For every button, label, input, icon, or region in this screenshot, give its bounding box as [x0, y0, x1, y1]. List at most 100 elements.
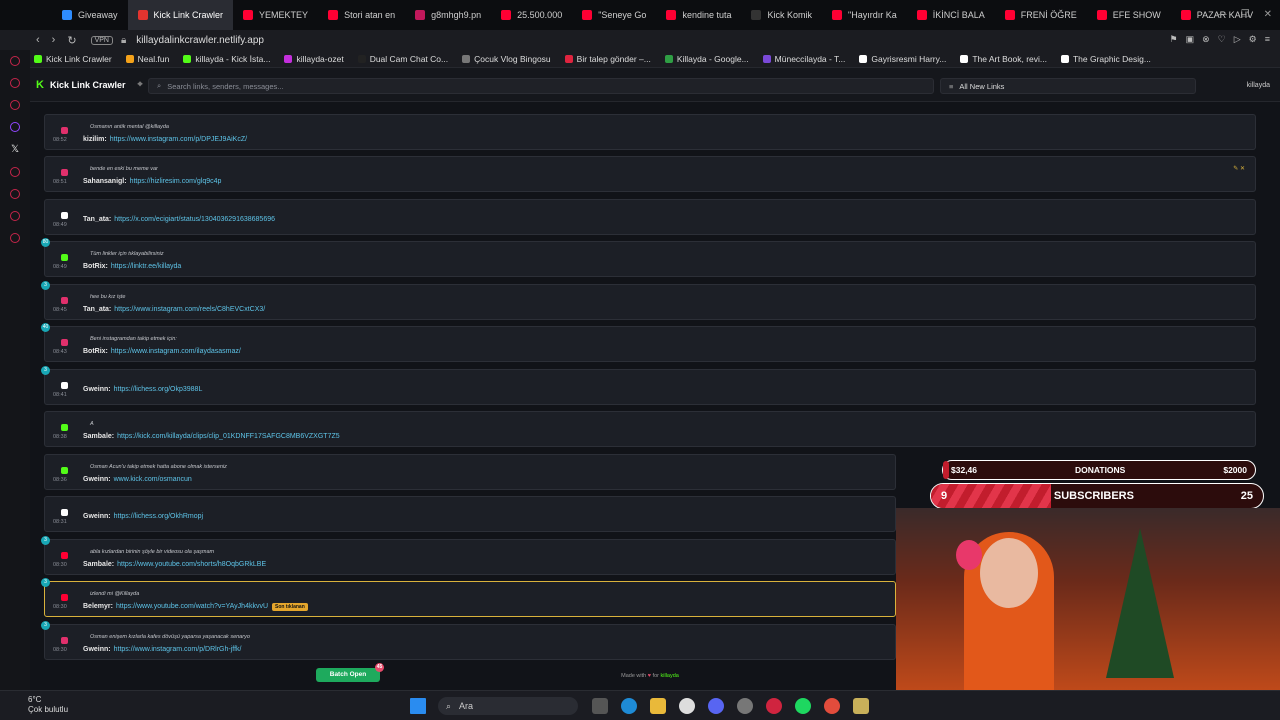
app-icon[interactable]	[853, 698, 869, 714]
link-row[interactable]: 08:41 Gweinn: https://lichess.org/Okp3988L…	[41, 366, 1256, 405]
weather-widget[interactable]: 6°C Çok bulutlu	[28, 695, 68, 715]
row-time: 08:43	[53, 349, 67, 355]
edge-icon[interactable]	[621, 698, 637, 714]
link-row[interactable]: 08:30 izlendi mi @Killayda Belemyr: https:/…	[41, 578, 896, 617]
settings-icon[interactable]	[10, 233, 20, 243]
browser-tab[interactable]: "Hayırdır Ka	[822, 0, 907, 30]
row-link[interactable]: https://linktr.ee/killayda	[111, 263, 181, 270]
bookmark-item[interactable]: Killayda - Google...	[664, 53, 749, 64]
row-link[interactable]: https://www.instagram.com/p/DRlrGh-jffk/	[114, 646, 242, 653]
windows-start-icon[interactable]	[410, 698, 426, 714]
folder-icon[interactable]	[650, 698, 666, 714]
filter-select[interactable]: ≡ All New Links	[940, 78, 1196, 94]
discord-icon[interactable]	[708, 698, 724, 714]
tab-label: Kick Komik	[767, 10, 812, 20]
browser-tab[interactable]: Kick Link Crawler	[127, 0, 234, 30]
browser-tab[interactable]: kendine tuta	[656, 0, 741, 30]
link-row[interactable]: 08:30 Osman enişem kızlarla kafes dövüşü …	[41, 621, 896, 660]
browser-tab[interactable]: g8mhgh9.pn	[405, 0, 491, 30]
footer-name[interactable]: killayda	[661, 673, 679, 679]
bookmark-item[interactable]: Müneccilayda - T...	[762, 54, 845, 64]
pinned-apps	[592, 698, 869, 714]
browser-tab[interactable]: EFE SHOW	[1087, 0, 1171, 30]
webcam-feed	[896, 508, 1280, 692]
reload-icon[interactable]: ↻	[67, 34, 76, 47]
browser-toolbar-icons[interactable]: ⚑ ▣ ⊗ ♡ ▷ ⚙ ≡	[1170, 34, 1270, 45]
row-time: 08:51	[53, 179, 67, 185]
link-row[interactable]: 08:51 bende en eski bu meme var Sahansanig…	[44, 156, 1256, 192]
bookmark-item[interactable]: killayda - Kick İsta...	[183, 54, 270, 64]
count-badge: 3	[41, 281, 50, 290]
row-link[interactable]: https://www.instagram.com/p/DPJEJ9AiKcZ/	[110, 136, 247, 143]
spotify-icon[interactable]	[795, 698, 811, 714]
sidebar-icon[interactable]	[10, 211, 20, 221]
tab-favicon-icon	[62, 10, 72, 20]
browser-tab[interactable]: Stori atan en	[318, 0, 405, 30]
browser-tab[interactable]: "Seneye Go	[572, 0, 656, 30]
bookmark-label: Killayda - Google...	[676, 53, 749, 64]
bookmark-item[interactable]: Gayrisresmi Harry...	[859, 54, 946, 64]
bookmark-item[interactable]: Kick Link Crawler	[34, 54, 112, 64]
browser-tab[interactable]: Kick Komik	[741, 0, 822, 30]
link-row[interactable]: 08:30 abla kızlardan birinin şöyle bir vi…	[41, 536, 896, 575]
browser-tab[interactable]: İKİNCİ BALA	[907, 0, 995, 30]
file-icon[interactable]	[592, 698, 608, 714]
row-link[interactable]: https://hizliresim.com/glq9c4p	[130, 178, 222, 185]
link-row[interactable]: 08:49 Tan_ata: https://x.com/ecigiart/stat…	[44, 199, 1256, 235]
x-icon[interactable]: 𝕏	[11, 144, 19, 155]
browser-tab[interactable]: Giveaway	[52, 0, 128, 30]
obs-icon[interactable]	[737, 698, 753, 714]
steam-icon[interactable]	[679, 698, 695, 714]
link-row[interactable]: 08:43 Beni instagramdan takip etmek için:…	[41, 323, 1256, 362]
batch-open-button[interactable]: Batch Open 45	[316, 663, 384, 682]
sidebar-icon[interactable]	[10, 78, 20, 88]
row-link[interactable]: https://lichess.org/OkhRmopj	[114, 513, 203, 520]
bookmark-label: Bir talep gönder –...	[576, 53, 651, 64]
row-message: bende en eski bu meme var	[90, 166, 158, 172]
sidebar-icon[interactable]	[10, 122, 20, 132]
back-icon[interactable]: ‹	[36, 34, 40, 47]
app-header: K Kick Link Crawler ⌖ ⌕ Search links, sende…	[30, 68, 1280, 102]
row-link[interactable]: https://www.youtube.com/watch?v=YAyJh4kk…	[116, 603, 268, 610]
browser-tab[interactable]: FRENİ ÖĞRE	[995, 0, 1087, 30]
sidebar-icon[interactable]	[10, 56, 20, 66]
bookmark-item[interactable]: killayda-ozet	[284, 54, 344, 64]
forward-icon[interactable]: ›	[52, 34, 56, 47]
sidebar-icon[interactable]	[10, 189, 20, 199]
window-controls[interactable]: — ❐ ✕	[1217, 9, 1272, 20]
chrome-icon[interactable]	[824, 698, 840, 714]
sidebar-icon[interactable]	[10, 100, 20, 110]
bookmark-item[interactable]: Dual Cam Chat Co...	[357, 54, 448, 64]
link-row[interactable]: 08:49 Tüm linkler için tıklayabilirsiniz B…	[41, 238, 1256, 277]
link-row[interactable]: 08:45 hee bu kız işte Tan_ata: https://www.…	[41, 281, 1256, 320]
bookmark-item[interactable]: Bir talep gönder –...	[564, 53, 651, 64]
vpn-badge[interactable]: VPN	[90, 35, 113, 45]
row-link[interactable]: https://lichess.org/Okp3988L	[114, 386, 203, 393]
row-link[interactable]: https://kick.com/killayda/clips/clip_01K…	[117, 433, 340, 440]
link-row[interactable]: 08:38 A Sambale: https://kick.com/killayda/…	[44, 411, 1256, 447]
row-link[interactable]: https://x.com/ecigiart/status/1304036291…	[114, 216, 275, 223]
row-actions[interactable]: ✎ ✕	[1233, 165, 1245, 172]
taskbar-search[interactable]: ⌕ Ara	[438, 697, 578, 715]
subscribers-current: 9	[941, 490, 948, 502]
search-input[interactable]: ⌕ Search links, senders, messages...	[148, 78, 934, 94]
user-menu[interactable]: killayda	[1247, 82, 1270, 89]
url-field[interactable]: killaydalinkcrawler.netlify.app	[136, 35, 264, 46]
browser-tab[interactable]: YEMEKTEY	[233, 0, 318, 30]
link-row[interactable]: 08:31 Gweinn: https://lichess.org/OkhRmopj	[44, 496, 896, 532]
sidebar-icon[interactable]	[10, 167, 20, 177]
link-row[interactable]: 08:36 Osman Acun'u takip etmek hatta abon…	[44, 454, 896, 490]
pin-icon[interactable]: ⌖	[137, 79, 142, 90]
row-time: 08:31	[53, 519, 67, 525]
opera-icon[interactable]	[766, 698, 782, 714]
bookmark-item[interactable]: The Graphic Desig...	[1060, 54, 1151, 64]
row-link[interactable]: https://www.instagram.com/reels/C8hEVCxt…	[114, 306, 265, 313]
row-link[interactable]: www.kick.com/osmancun	[114, 476, 192, 483]
bookmark-item[interactable]: Çocuk Vlog Bingosu	[462, 54, 551, 64]
link-row[interactable]: 08:52 Osmanın antik mental @killayda kizil…	[44, 114, 1256, 150]
browser-tab[interactable]: 25.500.000	[491, 0, 572, 30]
row-link[interactable]: https://www.instagram.com/ilaydasasmaz/	[111, 348, 241, 355]
bookmark-item[interactable]: The Art Book, revi...	[960, 54, 1047, 64]
row-link[interactable]: https://www.youtube.com/shorts/h8OqbGRkL…	[117, 561, 266, 568]
bookmark-item[interactable]: Neal.fun	[125, 54, 169, 64]
